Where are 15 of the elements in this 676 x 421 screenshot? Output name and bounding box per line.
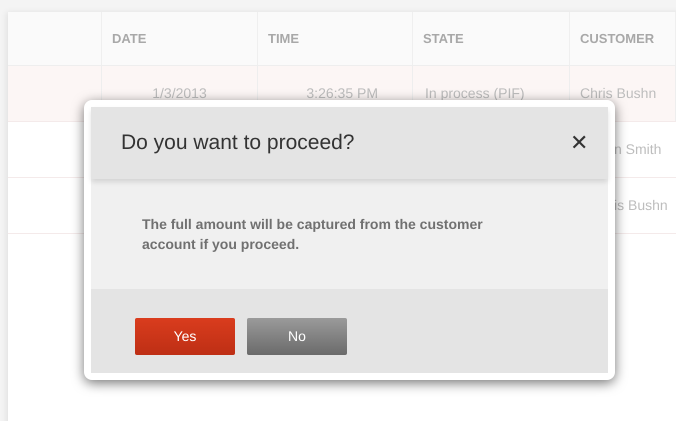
- table-cell-text: In process (PIF): [425, 84, 525, 103]
- table-cell-text: Chris Bushn: [580, 84, 656, 103]
- dialog-message: The full amount will be captured from the customer account if you proceed.: [142, 215, 484, 254]
- dialog-title: Do you want to proceed?: [121, 130, 354, 156]
- column-header[interactable]: STATE: [423, 28, 464, 48]
- table-cell-text: 1/3/2013: [152, 84, 207, 103]
- no-button[interactable]: No: [247, 318, 347, 355]
- close-button[interactable]: ✕: [570, 132, 588, 154]
- table-cell-text: is Bushn: [614, 196, 668, 215]
- column-header[interactable]: DATE: [112, 28, 146, 48]
- column-header[interactable]: CUSTOMER: [580, 28, 654, 48]
- column-header[interactable]: TIME: [268, 28, 300, 48]
- table-cell-text: n Smith: [614, 140, 662, 159]
- yes-button[interactable]: Yes: [135, 318, 235, 355]
- table-cell-text: 3:26:35 PM: [306, 84, 378, 103]
